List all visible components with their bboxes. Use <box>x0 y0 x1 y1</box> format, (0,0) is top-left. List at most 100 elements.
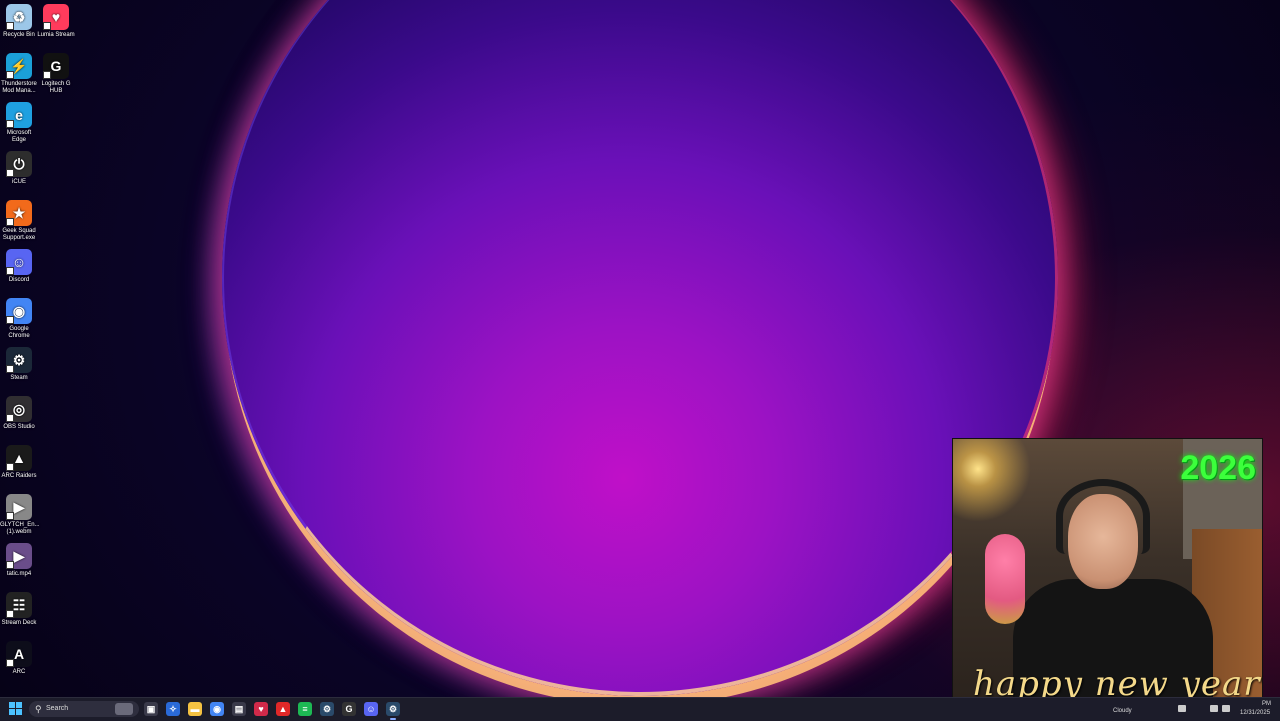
desktop-icon-label: tatic.mp4 <box>6 571 32 577</box>
shortcut-arrow-icon <box>6 267 14 275</box>
taskbar-app-steam[interactable]: ⚙ <box>320 702 334 716</box>
taskbar-app-spotify[interactable]: ≡ <box>298 702 312 716</box>
volume-icon[interactable] <box>1222 705 1230 712</box>
shortcut-arrow-icon <box>6 610 14 618</box>
desktop-icon-recycle-bin[interactable]: ♻ Recycle Bin <box>0 4 38 39</box>
desktop-icon-geek-squad[interactable]: ★ Geek Squad Support.exe <box>0 200 38 242</box>
desktop-icon-label: Thunderstore Mod Mana... <box>1 81 37 94</box>
icue-icon: ⏻ <box>6 151 32 177</box>
shortcut-arrow-icon <box>6 120 14 128</box>
desktop-icon-glytch[interactable]: ▶ GLYTCH_En... (1).webm <box>0 494 40 536</box>
steam-icon: ⚙ <box>6 347 32 373</box>
windows-logo-pane <box>9 709 15 715</box>
spotify-icon: ≡ <box>302 704 308 714</box>
taskbar-app-lumia[interactable]: ♥ <box>254 702 268 716</box>
desktop-icon-label: iCUE <box>11 179 26 185</box>
network-icon[interactable] <box>1210 705 1218 712</box>
search-label: Search <box>46 705 69 712</box>
desktop-icon-discord[interactable]: ☺ Discord <box>0 249 38 284</box>
store-icon: ▤ <box>234 704 244 714</box>
taskbar-search-box[interactable]: ⚲ Search <box>29 701 139 717</box>
desktop-icon-label: ARC <box>12 669 26 675</box>
clock-time[interactable]: PM <box>1262 701 1271 707</box>
desktop-icon-lumia-stream[interactable]: ♥ Lumia Stream <box>37 4 75 39</box>
shortcut-arrow-icon <box>6 169 14 177</box>
shortcut-arrow-icon <box>6 218 14 226</box>
taskbar-app-task-view[interactable]: ▣ <box>144 702 158 716</box>
arc-raiders-icon: ▲ <box>6 445 32 471</box>
geek-squad-icon: ★ <box>6 200 32 226</box>
search-highlight-icon <box>115 703 133 715</box>
desktop-icon-stream-deck[interactable]: ☷ Stream Deck <box>0 592 38 627</box>
steam-icon: ⚙ <box>322 704 332 714</box>
taskbar-app-file-explorer[interactable]: ▬ <box>188 702 202 716</box>
desktop-icon-arc-raiders[interactable]: ▲ ARC Raiders <box>0 445 38 480</box>
taskbar-app-google-chrome[interactable]: ◉ <box>210 702 224 716</box>
video-file-icon: ▶ <box>6 494 32 520</box>
desktop-icon-label: GLYTCH_En... (1).webm <box>0 522 40 535</box>
desktop-icon-thunderstore[interactable]: ⚡ Thunderstore Mod Mana... <box>0 53 38 95</box>
start-button[interactable] <box>9 702 23 716</box>
shortcut-arrow-icon <box>6 463 14 471</box>
shortcut-arrow-icon <box>43 71 51 79</box>
desktop-icon-label: Recycle Bin <box>3 32 35 38</box>
desktop-icon-google-chrome[interactable]: ◉ Google Chrome <box>0 298 38 340</box>
desktop-icon-label: ARC Raiders <box>1 473 37 479</box>
app-icon: ▲ <box>278 704 288 714</box>
taskbar-app-logitech-g-hub[interactable]: G <box>342 702 356 716</box>
clock-date[interactable]: 12/31/2025 <box>1240 710 1270 716</box>
desktop-icon-logitech-g-hub[interactable]: G Logitech G HUB <box>37 53 75 95</box>
video-file-icon: ▶ <box>6 543 32 569</box>
taskbar-app-discord[interactable]: ☺ <box>364 702 378 716</box>
desktop-icon-label: Geek Squad Support.exe <box>2 228 36 241</box>
stream-deck-icon: ☷ <box>6 592 32 618</box>
firework-decoration <box>953 439 1063 549</box>
edge-icon: e <box>6 102 32 128</box>
desktop-icon-label: Lumia Stream <box>37 32 75 38</box>
shortcut-arrow-icon <box>43 22 51 30</box>
weather-label[interactable]: Cloudy <box>1113 708 1132 714</box>
shortcut-arrow-icon <box>6 561 14 569</box>
chrome-icon: ◉ <box>6 298 32 324</box>
taskbar-app-arc-red[interactable]: ▲ <box>276 702 290 716</box>
shortcut-arrow-icon <box>6 512 14 520</box>
wallpaper-orb-rim <box>222 0 1058 696</box>
desktop-icon-static-mp4[interactable]: ▶ tatic.mp4 <box>0 543 38 578</box>
taskbar: ⚲ Search ▣ ✧ ▬ ◉ ▤ ♥ ▲ ≡ ⚙ G ☺ ⚙ Cloudy PM 12/31/20… <box>0 697 1280 721</box>
desktop-icon-obs-studio[interactable]: ◎ OBS Studio <box>0 396 38 431</box>
folder-icon: ▬ <box>190 704 200 714</box>
desktop-icon-arc[interactable]: A ARC <box>0 641 38 676</box>
webcam-year-text: 2026 <box>1180 449 1256 487</box>
shortcut-arrow-icon <box>6 659 14 667</box>
desktop-icon-label: Microsoft Edge <box>6 130 32 143</box>
logitech-g-icon: G <box>43 53 69 79</box>
taskbar-app-steam-active[interactable]: ⚙ <box>386 702 400 720</box>
taskbar-app-microsoft-store[interactable]: ▤ <box>232 702 246 716</box>
desktop-icon-label: Discord <box>8 277 30 283</box>
desktop-icon-icue[interactable]: ⏻ iCUE <box>0 151 38 186</box>
shortcut-arrow-icon <box>6 316 14 324</box>
desktop-icon-microsoft-edge[interactable]: e Microsoft Edge <box>0 102 38 144</box>
desktop-icon-label: Logitech G HUB <box>41 81 71 94</box>
shortcut-arrow-icon <box>6 365 14 373</box>
lumia-icon: ♥ <box>43 4 69 30</box>
desktop-icon-label: Steam <box>10 375 28 381</box>
tray-overflow-icon[interactable] <box>1178 705 1186 712</box>
headset-icon <box>1056 479 1150 554</box>
taskbar-app-copilot[interactable]: ✧ <box>166 702 180 716</box>
task-view-icon: ▣ <box>146 704 156 714</box>
obs-icon: ◎ <box>6 396 32 422</box>
webcam-overlay: 2026 happy new year <box>952 438 1263 709</box>
plush-toy <box>985 534 1025 624</box>
shortcut-arrow-icon <box>6 71 14 79</box>
search-icon: ⚲ <box>35 704 42 714</box>
windows-logo-pane <box>16 702 22 708</box>
lumia-icon: ♥ <box>258 704 264 714</box>
discord-icon: ☺ <box>366 704 376 714</box>
recycle-bin-icon: ♻ <box>6 4 32 30</box>
desktop-icon-label: Stream Deck <box>1 620 37 626</box>
windows-logo-pane <box>16 709 22 715</box>
shortcut-arrow-icon <box>6 22 14 30</box>
discord-icon: ☺ <box>6 249 32 275</box>
desktop-icon-steam[interactable]: ⚙ Steam <box>0 347 38 382</box>
